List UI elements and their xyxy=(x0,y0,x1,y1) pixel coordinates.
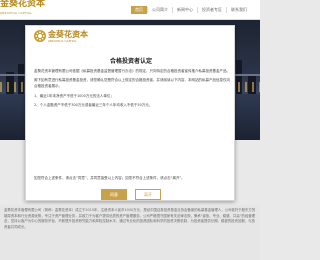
dialog-title: 合格投资者认定 xyxy=(109,58,152,65)
condition-item: 1、最近1年末净资产不低于1000万元的法人单位； xyxy=(34,94,114,98)
nav-item-news[interactable]: 新闻中心 xyxy=(172,7,197,13)
nav-item-about[interactable]: 公司简介 xyxy=(147,7,172,13)
site-header: 金葵花资本 JINKUIHUA CAPITAL 首页 公司简介 新闻中心 投资者… xyxy=(0,0,260,20)
confirm-paragraph: 如您符合上述条件，请点击“同意”，并同意接受以上内容；如您不符合上述条件，请点击… xyxy=(34,176,185,180)
modal-brand-name: 金葵花资本 xyxy=(48,30,88,39)
dialog-actions: 同意 离开 xyxy=(26,189,236,200)
condition-item: 2、个人金融资产不低于300万元或者最近三年个人年均收入不低于50万元。 xyxy=(34,103,153,107)
leave-button[interactable]: 离开 xyxy=(135,189,161,200)
company-intro-text: 金葵花资本管理有限公司（简称：金葵花资本）成立于2015年，注册资本人民币100… xyxy=(0,205,260,260)
brand-name: 金葵花资本 xyxy=(0,0,46,9)
intro-paragraph: 金葵花资本管理有限公司依据《私募投资基金监督管理暂行办法》的规定，只向特定的合格… xyxy=(34,69,230,73)
dialog-body: 金葵花资本管理有限公司依据《私募投资基金监督管理暂行办法》的规定，只向特定的合格… xyxy=(34,68,230,111)
nav-item-home[interactable]: 首页 xyxy=(131,6,147,14)
nav-item-contact[interactable]: 联系我们 xyxy=(226,7,251,13)
qualified-investor-dialog: 金葵花资本 JINKUIHUA CAPITAL 合格投资者认定 金葵花资本管理有… xyxy=(25,25,235,201)
main-nav: 首页 公司简介 新闻中心 投资者专区 联系我们 xyxy=(131,5,251,15)
accept-button[interactable]: 同意 xyxy=(101,189,127,200)
modal-brand-subtitle: JINKUIHUA CAPITAL xyxy=(48,39,77,43)
sunflower-logo-icon xyxy=(34,30,46,42)
nav-item-investors[interactable]: 投资者专区 xyxy=(197,7,226,13)
brand-subtitle: JINKUIHUA CAPITAL xyxy=(0,11,33,15)
intro-paragraph-2: 阁下如有意进行私募投资基金投资，请您确认您是符合以上规定的合格投资者，并请阅读以… xyxy=(34,78,230,88)
